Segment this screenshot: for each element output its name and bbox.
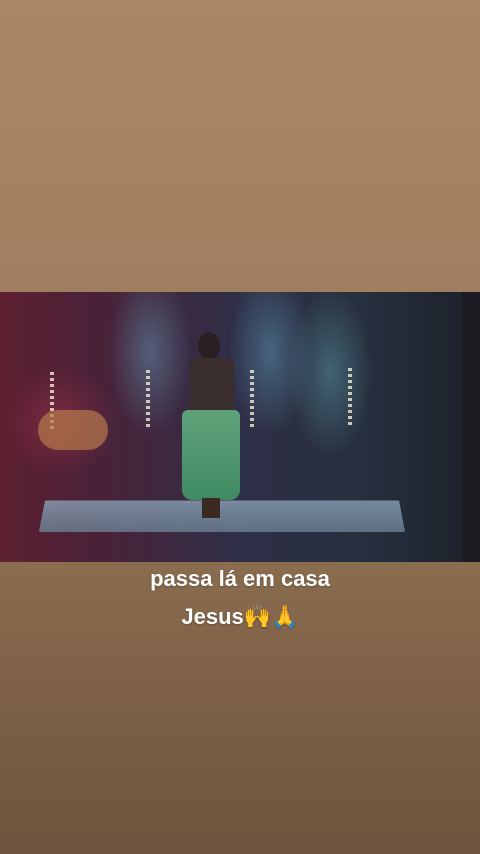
story-caption-line-2: Jesus🙌🙏 (181, 604, 299, 629)
singer-head (198, 332, 220, 360)
story-caption-line-1: passa lá em casa (150, 566, 330, 591)
video-edge-bar (462, 292, 480, 562)
stage-light-strip (250, 370, 254, 428)
video-frame[interactable] (0, 292, 480, 562)
singer-figure (180, 332, 250, 527)
guitarist-figure (38, 410, 108, 450)
story-background: passa lá em casa Jesus🙌🙏 (0, 0, 480, 854)
singer-skirt (182, 410, 240, 500)
singer-legs (202, 498, 220, 518)
singer-torso (190, 358, 234, 414)
stage-light-strip (146, 370, 150, 428)
stage-light-strip (348, 368, 352, 426)
